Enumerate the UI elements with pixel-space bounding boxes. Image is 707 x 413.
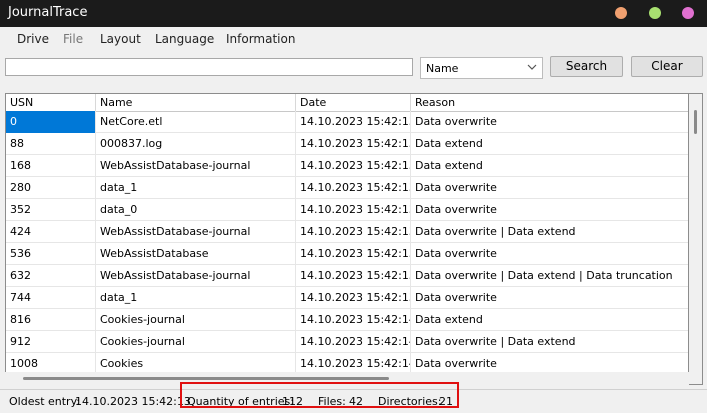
table-row[interactable]: 744 data_1 14.10.2023 15:42:13 Data overwri… bbox=[6, 287, 688, 309]
cell-name: NetCore.etl bbox=[96, 111, 296, 133]
cell-usn: 632 bbox=[6, 265, 96, 287]
cell-usn: 912 bbox=[6, 331, 96, 353]
search-input[interactable] bbox=[5, 58, 413, 76]
table-row[interactable]: 168 WebAssistDatabase-journal 14.10.2023 1… bbox=[6, 155, 688, 177]
table-header: USN Name Date Reason bbox=[6, 94, 688, 112]
table-row[interactable]: 0 NetCore.etl 14.10.2023 15:42:13 Data over… bbox=[6, 111, 688, 133]
vertical-scroll-thumb[interactable] bbox=[694, 110, 697, 134]
cell-name: 000837.log bbox=[96, 133, 296, 155]
cell-date: 14.10.2023 15:42:13 bbox=[296, 265, 411, 287]
cell-reason: Data overwrite | Data extend | Data trun… bbox=[415, 269, 673, 282]
vertical-scrollbar[interactable] bbox=[689, 93, 703, 385]
column-header-usn[interactable]: USN bbox=[6, 94, 96, 111]
cell-usn: 0 bbox=[6, 111, 96, 133]
cell-usn: 280 bbox=[6, 177, 96, 199]
table-row[interactable]: 280 data_1 14.10.2023 15:42:13 Data overwri… bbox=[6, 177, 688, 199]
column-header-name[interactable]: Name bbox=[96, 94, 296, 111]
search-field-value: Name bbox=[426, 62, 459, 75]
minimize-button[interactable] bbox=[615, 7, 627, 19]
cell-reason: Data overwrite | Data extend bbox=[415, 225, 576, 238]
table-row[interactable]: 536 WebAssistDatabase 14.10.2023 15:42:13 D… bbox=[6, 243, 688, 265]
cell-name: WebAssistDatabase-journal bbox=[96, 221, 296, 243]
cell-date: 14.10.2023 15:42:14 bbox=[296, 331, 411, 353]
clear-button[interactable]: Clear bbox=[631, 56, 703, 77]
cell-reason: Data overwrite bbox=[415, 247, 497, 260]
cell-name: data_0 bbox=[96, 199, 296, 221]
search-button[interactable]: Search bbox=[550, 56, 623, 77]
menu-file[interactable]: File bbox=[63, 32, 83, 46]
close-button[interactable] bbox=[682, 7, 694, 19]
table-row[interactable]: 816 Cookies-journal 14.10.2023 15:42:14 Dat… bbox=[6, 309, 688, 331]
table-row[interactable]: 424 WebAssistDatabase-journal 14.10.2023 1… bbox=[6, 221, 688, 243]
cell-reason: Data overwrite bbox=[415, 115, 497, 128]
oldest-entry-value: 14.10.2023 15:42:13 bbox=[75, 395, 191, 408]
menu-layout[interactable]: Layout bbox=[100, 32, 141, 46]
cell-reason: Data overwrite bbox=[415, 203, 497, 216]
cell-name: data_1 bbox=[96, 287, 296, 309]
cell-date: 14.10.2023 15:42:13 bbox=[296, 199, 411, 221]
cell-date: 14.10.2023 15:42:13 bbox=[296, 287, 411, 309]
cell-reason: Data overwrite bbox=[415, 181, 497, 194]
status-highlight-box bbox=[180, 382, 459, 408]
maximize-button[interactable] bbox=[649, 7, 661, 19]
table-row[interactable]: 352 data_0 14.10.2023 15:42:13 Data overwri… bbox=[6, 199, 688, 221]
cell-name: WebAssistDatabase bbox=[96, 243, 296, 265]
cell-name: WebAssistDatabase-journal bbox=[96, 265, 296, 287]
search-field-select[interactable]: Name bbox=[420, 57, 543, 79]
cell-reason: Data overwrite bbox=[415, 291, 497, 304]
oldest-entry-label: Oldest entry: bbox=[9, 395, 80, 408]
cell-usn: 424 bbox=[6, 221, 96, 243]
cell-name: Cookies-journal bbox=[96, 309, 296, 331]
horizontal-scroll-thumb[interactable] bbox=[23, 377, 389, 380]
cell-reason: Data extend bbox=[415, 313, 483, 326]
cell-name: WebAssistDatabase-journal bbox=[96, 155, 296, 177]
menu-information[interactable]: Information bbox=[226, 32, 295, 46]
cell-date: 14.10.2023 15:42:14 bbox=[296, 309, 411, 331]
table-row[interactable]: 88 000837.log 14.10.2023 15:42:13 Data exte… bbox=[6, 133, 688, 155]
chevron-down-icon bbox=[527, 64, 537, 70]
cell-usn: 168 bbox=[6, 155, 96, 177]
cell-reason: Data extend bbox=[415, 159, 483, 172]
column-header-date[interactable]: Date bbox=[296, 94, 411, 111]
table-row[interactable]: 912 Cookies-journal 14.10.2023 15:42:14 Dat… bbox=[6, 331, 688, 353]
cell-name: Cookies-journal bbox=[96, 331, 296, 353]
cell-date: 14.10.2023 15:42:13 bbox=[296, 133, 411, 155]
title-bar: JournalTrace bbox=[0, 0, 707, 27]
cell-date: 14.10.2023 15:42:13 bbox=[296, 155, 411, 177]
window-title: JournalTrace bbox=[8, 5, 88, 20]
cell-reason: Data overwrite | Data extend bbox=[415, 335, 576, 348]
table-row[interactable]: 632 WebAssistDatabase-journal 14.10.2023 1… bbox=[6, 265, 688, 287]
column-header-reason[interactable]: Reason bbox=[411, 94, 688, 111]
cell-name: data_1 bbox=[96, 177, 296, 199]
cell-reason: Data extend bbox=[415, 137, 483, 150]
journal-table: USN Name Date Reason 0 NetCore.etl 14.10.2… bbox=[5, 93, 689, 385]
cell-usn: 536 bbox=[6, 243, 96, 265]
menu-bar: Drive File Layout Language Information bbox=[0, 27, 707, 51]
menu-language[interactable]: Language bbox=[155, 32, 214, 46]
cell-usn: 352 bbox=[6, 199, 96, 221]
cell-date: 14.10.2023 15:42:13 bbox=[296, 243, 411, 265]
cell-date: 14.10.2023 15:42:13 bbox=[296, 111, 411, 133]
cell-date: 14.10.2023 15:42:13 bbox=[296, 221, 411, 243]
menu-drive[interactable]: Drive bbox=[17, 32, 49, 46]
cell-usn: 88 bbox=[6, 133, 96, 155]
cell-date: 14.10.2023 15:42:13 bbox=[296, 177, 411, 199]
cell-usn: 816 bbox=[6, 309, 96, 331]
cell-usn: 744 bbox=[6, 287, 96, 309]
